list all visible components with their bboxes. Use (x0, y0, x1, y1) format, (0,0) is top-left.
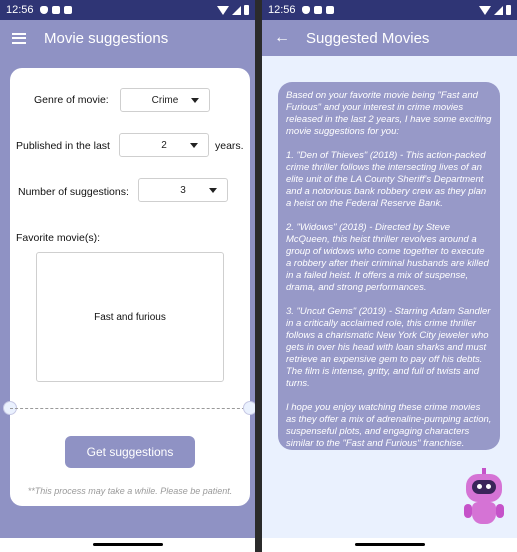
dashed-divider (10, 408, 250, 409)
get-suggestions-button[interactable]: Get suggestions (65, 436, 195, 468)
notification-icon (313, 6, 322, 14)
suggestion-form-card: Genre of movie: Crime Published in the l… (3, 68, 255, 506)
home-gesture-handle[interactable] (354, 543, 425, 546)
battery-icon (244, 5, 249, 15)
count-value: 3 (180, 184, 186, 196)
wifi-icon (479, 5, 491, 15)
menu-icon[interactable] (12, 32, 26, 44)
back-arrow-icon[interactable]: ← (274, 30, 290, 46)
ticket-notch-right (243, 401, 255, 415)
home-gesture-handle[interactable] (92, 543, 163, 546)
published-years-dropdown[interactable]: 2 (119, 133, 209, 157)
results-screen: Based on your favorite movie being "Fast… (262, 56, 517, 538)
app-bar: Movie suggestions (0, 20, 255, 56)
phone-right-screen: 12:56 ← Suggested Movies Based on your f… (262, 0, 517, 552)
message-paragraph: Based on your favorite movie being "Fast… (286, 90, 492, 137)
message-paragraph: I hope you enjoy watching these crime mo… (286, 402, 492, 449)
genre-dropdown[interactable]: Crime (120, 88, 210, 112)
genre-label: Genre of movie: (34, 94, 109, 106)
shield-icon (39, 6, 48, 14)
chevron-down-icon (191, 98, 199, 103)
battery-icon (506, 5, 511, 15)
signal-icon (232, 5, 241, 15)
wifi-icon (217, 5, 229, 15)
gesture-bar (0, 538, 255, 552)
chevron-down-icon (190, 143, 198, 148)
status-time: 12:56 (268, 4, 296, 16)
app-bar: ← Suggested Movies (262, 20, 517, 56)
form-screen: Genre of movie: Crime Published in the l… (0, 56, 255, 538)
suggestion-message-bubble[interactable]: Based on your favorite movie being "Fast… (278, 82, 500, 450)
favorite-movies-input[interactable]: Fast and furious (36, 252, 224, 382)
status-time: 12:56 (6, 4, 34, 16)
suggestion-count-dropdown[interactable]: 3 (138, 178, 228, 202)
phone-left-screen: 12:56 Movie suggestions Genre of movie: … (0, 0, 255, 552)
page-title: Movie suggestions (44, 29, 169, 47)
signal-icon (494, 5, 503, 15)
status-bar: 12:56 (262, 0, 517, 20)
message-paragraph: 1. "Den of Thieves" (2018) - This action… (286, 150, 487, 209)
gesture-bar (262, 538, 517, 552)
notification-icon (63, 6, 72, 14)
published-label: Published in the last (16, 140, 110, 152)
patience-note: **This process may take a while. Please … (27, 486, 233, 496)
favorite-movies-value: Fast and furious (94, 311, 166, 323)
robot-assistant-icon[interactable] (460, 468, 508, 530)
count-label: Number of suggestions: (18, 186, 129, 198)
genre-value: Crime (151, 94, 179, 106)
message-paragraph: 3. "Uncut Gems" (2019) - Starring Adam S… (286, 306, 491, 389)
page-title: Suggested Movies (306, 29, 430, 47)
status-bar: 12:56 (0, 0, 255, 20)
notification-icon (325, 6, 334, 14)
published-value: 2 (161, 139, 167, 151)
published-suffix: years. (215, 140, 244, 152)
notification-icon (51, 6, 60, 14)
message-paragraph: 2. "Widows" (2018) - Directed by Steve M… (286, 222, 489, 293)
shield-icon (301, 6, 310, 14)
favorite-label: Favorite movie(s): (16, 232, 101, 244)
chevron-down-icon (209, 188, 217, 193)
